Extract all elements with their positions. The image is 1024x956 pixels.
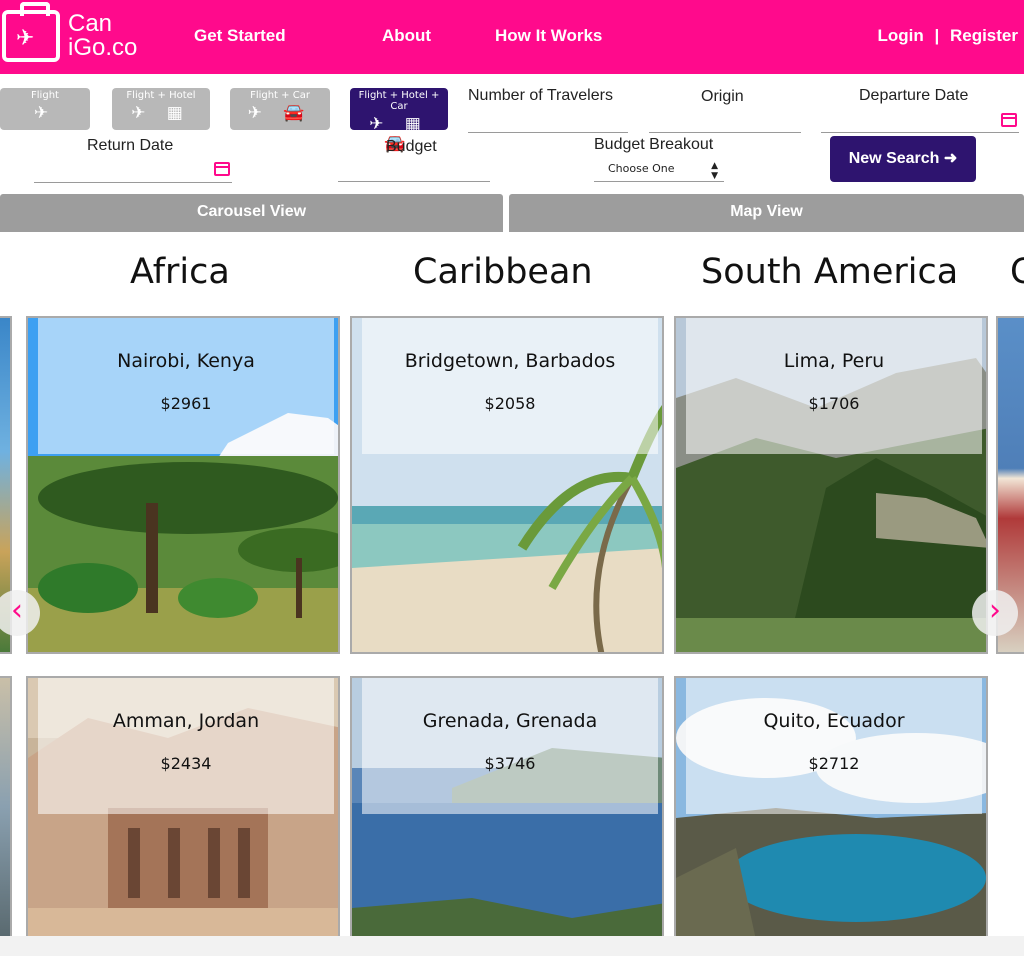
tab-map-view[interactable]: Map View [509,194,1024,232]
card-city: Quito, Ecuador [763,710,905,732]
origin-label: Origin [701,88,744,105]
region-heading: Caribbean [413,252,593,292]
logo-text: Can iGo.co [68,10,138,61]
card-city: Grenada, Grenada [422,710,598,732]
select-value: Choose One [608,162,675,175]
departure-label: Departure Date [859,87,969,104]
card-overlay: Grenada, Grenada $3746 [362,678,658,814]
travelers-input[interactable] [468,132,628,133]
carousel-next-icon[interactable]: › [972,590,1018,636]
destination-card[interactable]: Amman, Jordan $2434 [26,676,340,938]
mode-flight[interactable]: Flight ✈ [0,88,90,130]
card-city: Amman, Jordan [112,710,260,732]
mode-label: Flight + Hotel [126,90,196,101]
destination-card[interactable]: Grenada, Grenada $3746 [350,676,664,938]
card-price: $2712 [808,754,860,773]
plane-icon: ✈ [33,103,57,123]
auth-links: Login | Register [877,26,1018,46]
nav-about[interactable]: About [382,26,431,46]
card-city: Nairobi, Kenya [117,350,255,372]
card-price: $1706 [808,394,860,413]
destination-card[interactable]: Bridgetown, Barbados $2058 [350,316,664,654]
page-bottom-strip [0,936,1024,956]
register-link[interactable]: Register [950,26,1018,46]
card-price: $2058 [484,394,536,413]
card-price: $3746 [484,754,536,773]
card-overlay: Bridgetown, Barbados $2058 [362,318,658,454]
origin-input[interactable] [649,132,801,133]
suitcase-icon: ✈ [2,2,60,62]
top-nav: ✈ Can iGo.co Get Started About How It Wo… [0,0,1024,74]
card-overlay: Amman, Jordan $2434 [38,678,334,814]
budget-input[interactable] [338,181,490,182]
card-overlay: Nairobi, Kenya $2961 [38,318,334,454]
mode-label: Flight + Car [250,90,310,101]
logo[interactable]: ✈ Can iGo.co [2,2,152,64]
nav-how-it-works[interactable]: How It Works [495,26,602,46]
budget-breakout-select[interactable]: Choose One ▲ ▼ [594,158,724,182]
new-search-button[interactable]: New Search ➜ [830,136,976,182]
partial-card[interactable] [0,676,12,938]
calendar-icon[interactable] [214,162,230,176]
region-heading: South America [701,252,959,292]
mode-label: Flight + Hotel + Car [358,90,440,112]
mode-flight-hotel[interactable]: Flight + Hotel ✈ ▦ [112,88,210,130]
destination-card[interactable]: Lima, Peru $1706 [674,316,988,654]
tab-carousel-view[interactable]: Carousel View [0,194,503,232]
card-overlay: Quito, Ecuador $2712 [686,678,982,814]
budget-label: Budget [386,138,437,155]
return-label: Return Date [87,137,174,154]
auth-separator: | [934,26,940,45]
card-overlay: Lima, Peru $1706 [686,318,982,454]
region-heading: Africa [130,252,230,292]
select-arrows-icon: ▲ ▼ [711,161,718,181]
plane-hotel-icon: ✈ ▦ [131,103,191,123]
card-price: $2434 [160,754,212,773]
mode-flight-car[interactable]: Flight + Car ✈ 🚘 [230,88,330,130]
region-heading: C [1010,252,1024,292]
nav-get-started[interactable]: Get Started [194,26,286,46]
calendar-icon[interactable] [1001,113,1017,127]
departure-input[interactable] [821,132,1019,133]
destination-card[interactable]: Quito, Ecuador $2712 [674,676,988,938]
travelers-label: Number of Travelers [468,87,613,104]
card-price: $2961 [160,394,212,413]
breakout-label: Budget Breakout [594,136,714,153]
plane-car-icon: ✈ 🚘 [247,103,313,123]
card-city: Bridgetown, Barbados [404,350,616,372]
card-city: Lima, Peru [783,350,885,372]
mode-label: Flight [31,90,59,101]
destination-card[interactable]: Nairobi, Kenya $2961 [26,316,340,654]
login-link[interactable]: Login [877,26,923,46]
return-input[interactable] [34,182,232,183]
mode-flight-hotel-car[interactable]: Flight + Hotel + Car ✈ ▦ 🚘 [350,88,448,154]
